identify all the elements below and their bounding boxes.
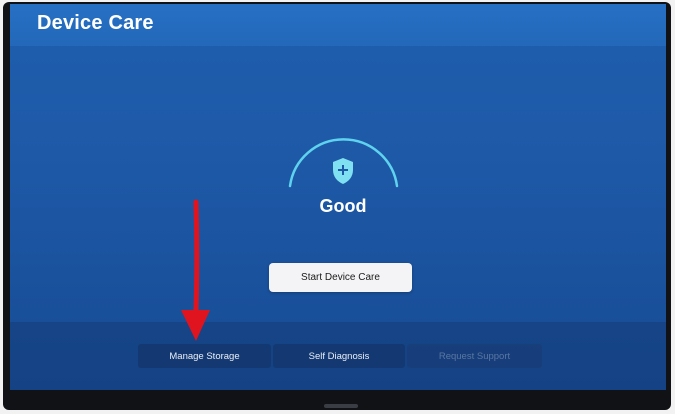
request-support-button[interactable]: Request Support xyxy=(407,344,542,368)
tv-screen: Device Care Good Start Device Care Manag… xyxy=(10,4,666,390)
screenshot-frame: Device Care Good Start Device Care Manag… xyxy=(0,0,675,414)
shield-plus-icon xyxy=(333,158,353,184)
self-diagnosis-button[interactable]: Self Diagnosis xyxy=(273,344,405,368)
header-bar: Device Care xyxy=(10,4,666,46)
manage-storage-label: Manage Storage xyxy=(169,350,240,362)
page-title: Device Care xyxy=(37,12,154,34)
brand-logo xyxy=(324,404,358,408)
self-diagnosis-label: Self Diagnosis xyxy=(308,350,370,362)
red-arrow-icon xyxy=(181,199,210,341)
status-label: Good xyxy=(319,196,367,216)
request-support-label: Request Support xyxy=(438,350,511,362)
start-device-care-button[interactable]: Start Device Care xyxy=(269,263,412,292)
start-device-care-label: Start Device Care xyxy=(301,272,380,283)
